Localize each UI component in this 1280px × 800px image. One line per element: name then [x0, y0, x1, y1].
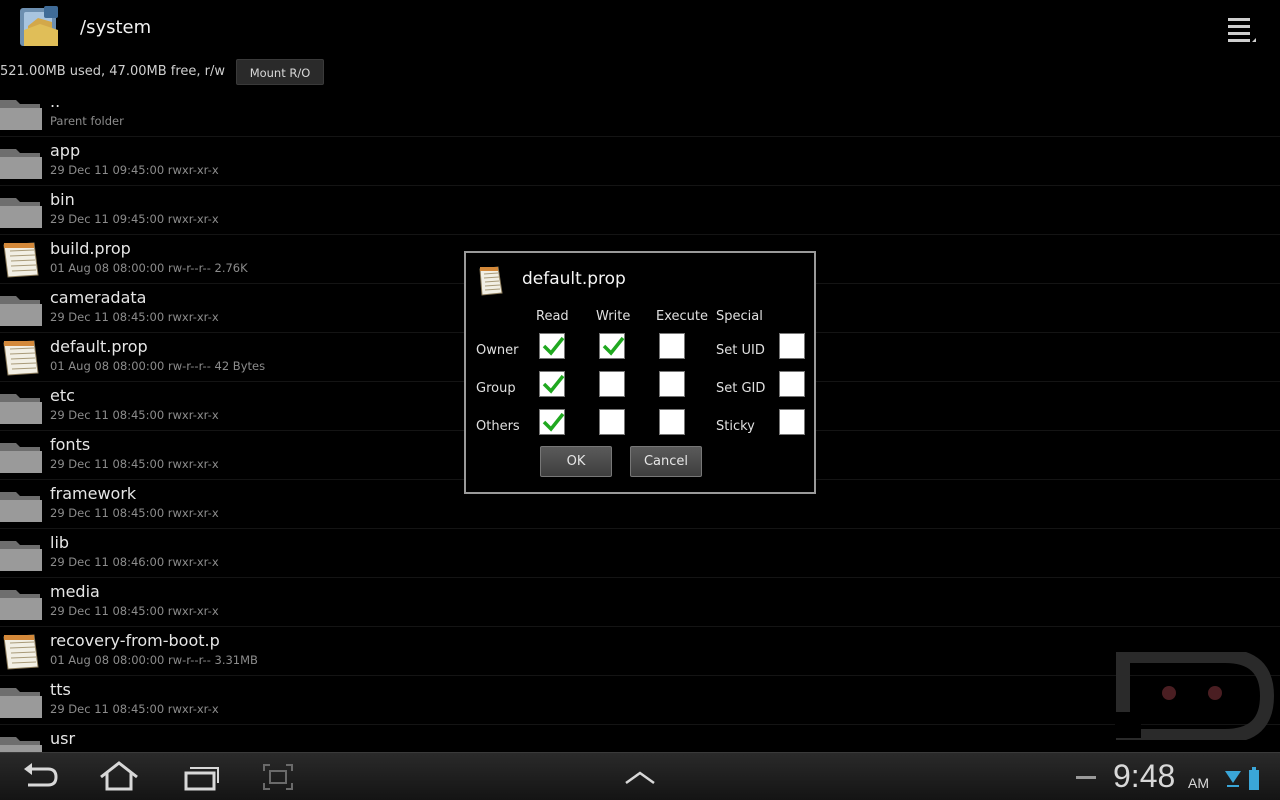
folder-icon	[0, 486, 44, 524]
row-label-others: Others	[476, 419, 520, 434]
wifi-icon	[1224, 767, 1242, 793]
chevron-up-icon[interactable]	[618, 759, 662, 795]
file-row[interactable]: media 29 Dec 11 08:45:00 rwxr-xr-x	[0, 578, 1280, 627]
file-row[interactable]: tts 29 Dec 11 08:45:00 rwxr-xr-x	[0, 676, 1280, 725]
file-name: framework	[50, 484, 137, 503]
owner-write-checkbox[interactable]	[599, 333, 625, 359]
current-path-title: /system	[80, 17, 152, 38]
file-meta: 29 Dec 11 08:45:00 rwxr-xr-x	[50, 457, 219, 471]
others-write-checkbox[interactable]	[599, 409, 625, 435]
row-label-group: Group	[476, 381, 516, 396]
file-row[interactable]: bin 29 Dec 11 09:45:00 rwxr-xr-x	[0, 186, 1280, 235]
back-icon[interactable]	[18, 759, 62, 795]
file-name: app	[50, 141, 81, 160]
file-meta: 29 Dec 11 08:46:00 rwxr-xr-x	[50, 555, 219, 569]
file-name: default.prop	[50, 337, 148, 356]
file-row[interactable]: recovery-from-boot.p 01 Aug 08 08:00:00 r…	[0, 627, 1280, 676]
file-meta: 01 Aug 08 08:00:00 rw-r--r-- 3.31MB	[50, 653, 258, 667]
cancel-button[interactable]: Cancel	[630, 446, 702, 477]
row-label-owner: Owner	[476, 343, 519, 358]
file-row[interactable]: app 29 Dec 11 09:45:00 rwxr-xr-x	[0, 137, 1280, 186]
others-execute-checkbox[interactable]	[659, 409, 685, 435]
folder-icon	[0, 388, 44, 426]
file-name: build.prop	[50, 239, 131, 258]
file-meta: Parent folder	[50, 114, 124, 128]
file-name: lib	[50, 533, 70, 552]
set-uid-label: Set UID	[716, 343, 765, 358]
file-name: recovery-from-boot.p	[50, 631, 220, 650]
folder-icon	[0, 437, 44, 475]
others-read-checkbox[interactable]	[539, 409, 565, 435]
column-read: Read	[536, 309, 569, 324]
column-write: Write	[596, 309, 631, 324]
sticky-checkbox[interactable]	[779, 409, 805, 435]
storage-row: 521.00MB used, 47.00MB free, r/w Mount R…	[0, 59, 400, 85]
group-write-checkbox[interactable]	[599, 371, 625, 397]
file-meta: 29 Dec 11 08:45:00 rwxr-xr-x	[50, 506, 219, 520]
file-meta: 29 Dec 11 09:45:00 rwxr-xr-x	[50, 163, 219, 177]
folder-icon	[0, 731, 44, 752]
overflow-menu-icon[interactable]	[1222, 12, 1262, 46]
file-meta: 29 Dec 11 08:45:00 rwxr-xr-x	[50, 702, 219, 716]
column-execute: Execute	[656, 309, 708, 324]
watermark-logo	[1115, 649, 1275, 743]
document-icon	[0, 633, 44, 671]
folder-icon	[0, 290, 44, 328]
file-name: bin	[50, 190, 75, 209]
set-uid-checkbox[interactable]	[779, 333, 805, 359]
document-icon	[0, 241, 44, 279]
file-meta: 29 Dec 11 08:45:00 rwxr-xr-x	[50, 408, 219, 422]
folder-icon	[0, 192, 44, 230]
document-icon	[0, 339, 44, 377]
set-gid-label: Set GID	[716, 381, 766, 396]
file-meta: 01 Aug 08 08:00:00 rw-r--r-- 42 Bytes	[50, 359, 266, 373]
file-meta: 29 Dec 11 08:45:00 rwxr-xr-x	[50, 604, 219, 618]
file-row[interactable]: usr	[0, 725, 1280, 752]
file-row[interactable]: lib 29 Dec 11 08:46:00 rwxr-xr-x	[0, 529, 1280, 578]
file-meta: 29 Dec 11 09:45:00 rwxr-xr-x	[50, 212, 219, 226]
group-execute-checkbox[interactable]	[659, 371, 685, 397]
battery-icon	[1248, 767, 1260, 795]
clock-ampm: AM	[1188, 775, 1209, 791]
screenshot-icon[interactable]	[256, 759, 300, 795]
document-icon	[476, 265, 504, 297]
folder-icon	[0, 584, 44, 622]
ok-button[interactable]: OK	[540, 446, 612, 477]
file-meta: 01 Aug 08 08:00:00 rw-r--r-- 2.76K	[50, 261, 248, 275]
file-name: cameradata	[50, 288, 147, 307]
permissions-dialog: default.prop Read Write Execute Special …	[464, 251, 816, 494]
owner-read-checkbox[interactable]	[539, 333, 565, 359]
file-name: ..	[50, 92, 61, 111]
file-name: usr	[50, 729, 76, 748]
dialog-title: default.prop	[522, 269, 626, 289]
folder-icon	[0, 143, 44, 181]
system-navigation-bar: 9:48 AM	[0, 752, 1280, 800]
column-special: Special	[716, 309, 763, 324]
folder-icon	[0, 682, 44, 720]
home-icon[interactable]	[97, 759, 141, 795]
action-bar: /system	[0, 0, 1280, 56]
file-row[interactable]: .. Parent folder	[0, 88, 1280, 137]
file-meta: 29 Dec 11 08:45:00 rwxr-xr-x	[50, 310, 219, 324]
file-name: fonts	[50, 435, 91, 454]
folder-icon	[0, 94, 44, 132]
file-name: media	[50, 582, 100, 601]
file-name: tts	[50, 680, 71, 699]
minus-icon[interactable]	[1070, 759, 1114, 795]
mount-ro-button[interactable]: Mount R/O	[236, 59, 324, 85]
app-screen: /system 521.00MB used, 47.00MB free, r/w…	[0, 0, 1280, 800]
folder-app-icon[interactable]	[18, 4, 62, 50]
owner-execute-checkbox[interactable]	[659, 333, 685, 359]
group-read-checkbox[interactable]	[539, 371, 565, 397]
sticky-label: Sticky	[716, 419, 755, 434]
storage-info: 521.00MB used, 47.00MB free, r/w	[0, 64, 226, 79]
file-name: etc	[50, 386, 75, 405]
folder-icon	[0, 535, 44, 573]
recent-apps-icon[interactable]	[178, 759, 222, 795]
set-gid-checkbox[interactable]	[779, 371, 805, 397]
clock-time: 9:48	[1113, 758, 1176, 794]
